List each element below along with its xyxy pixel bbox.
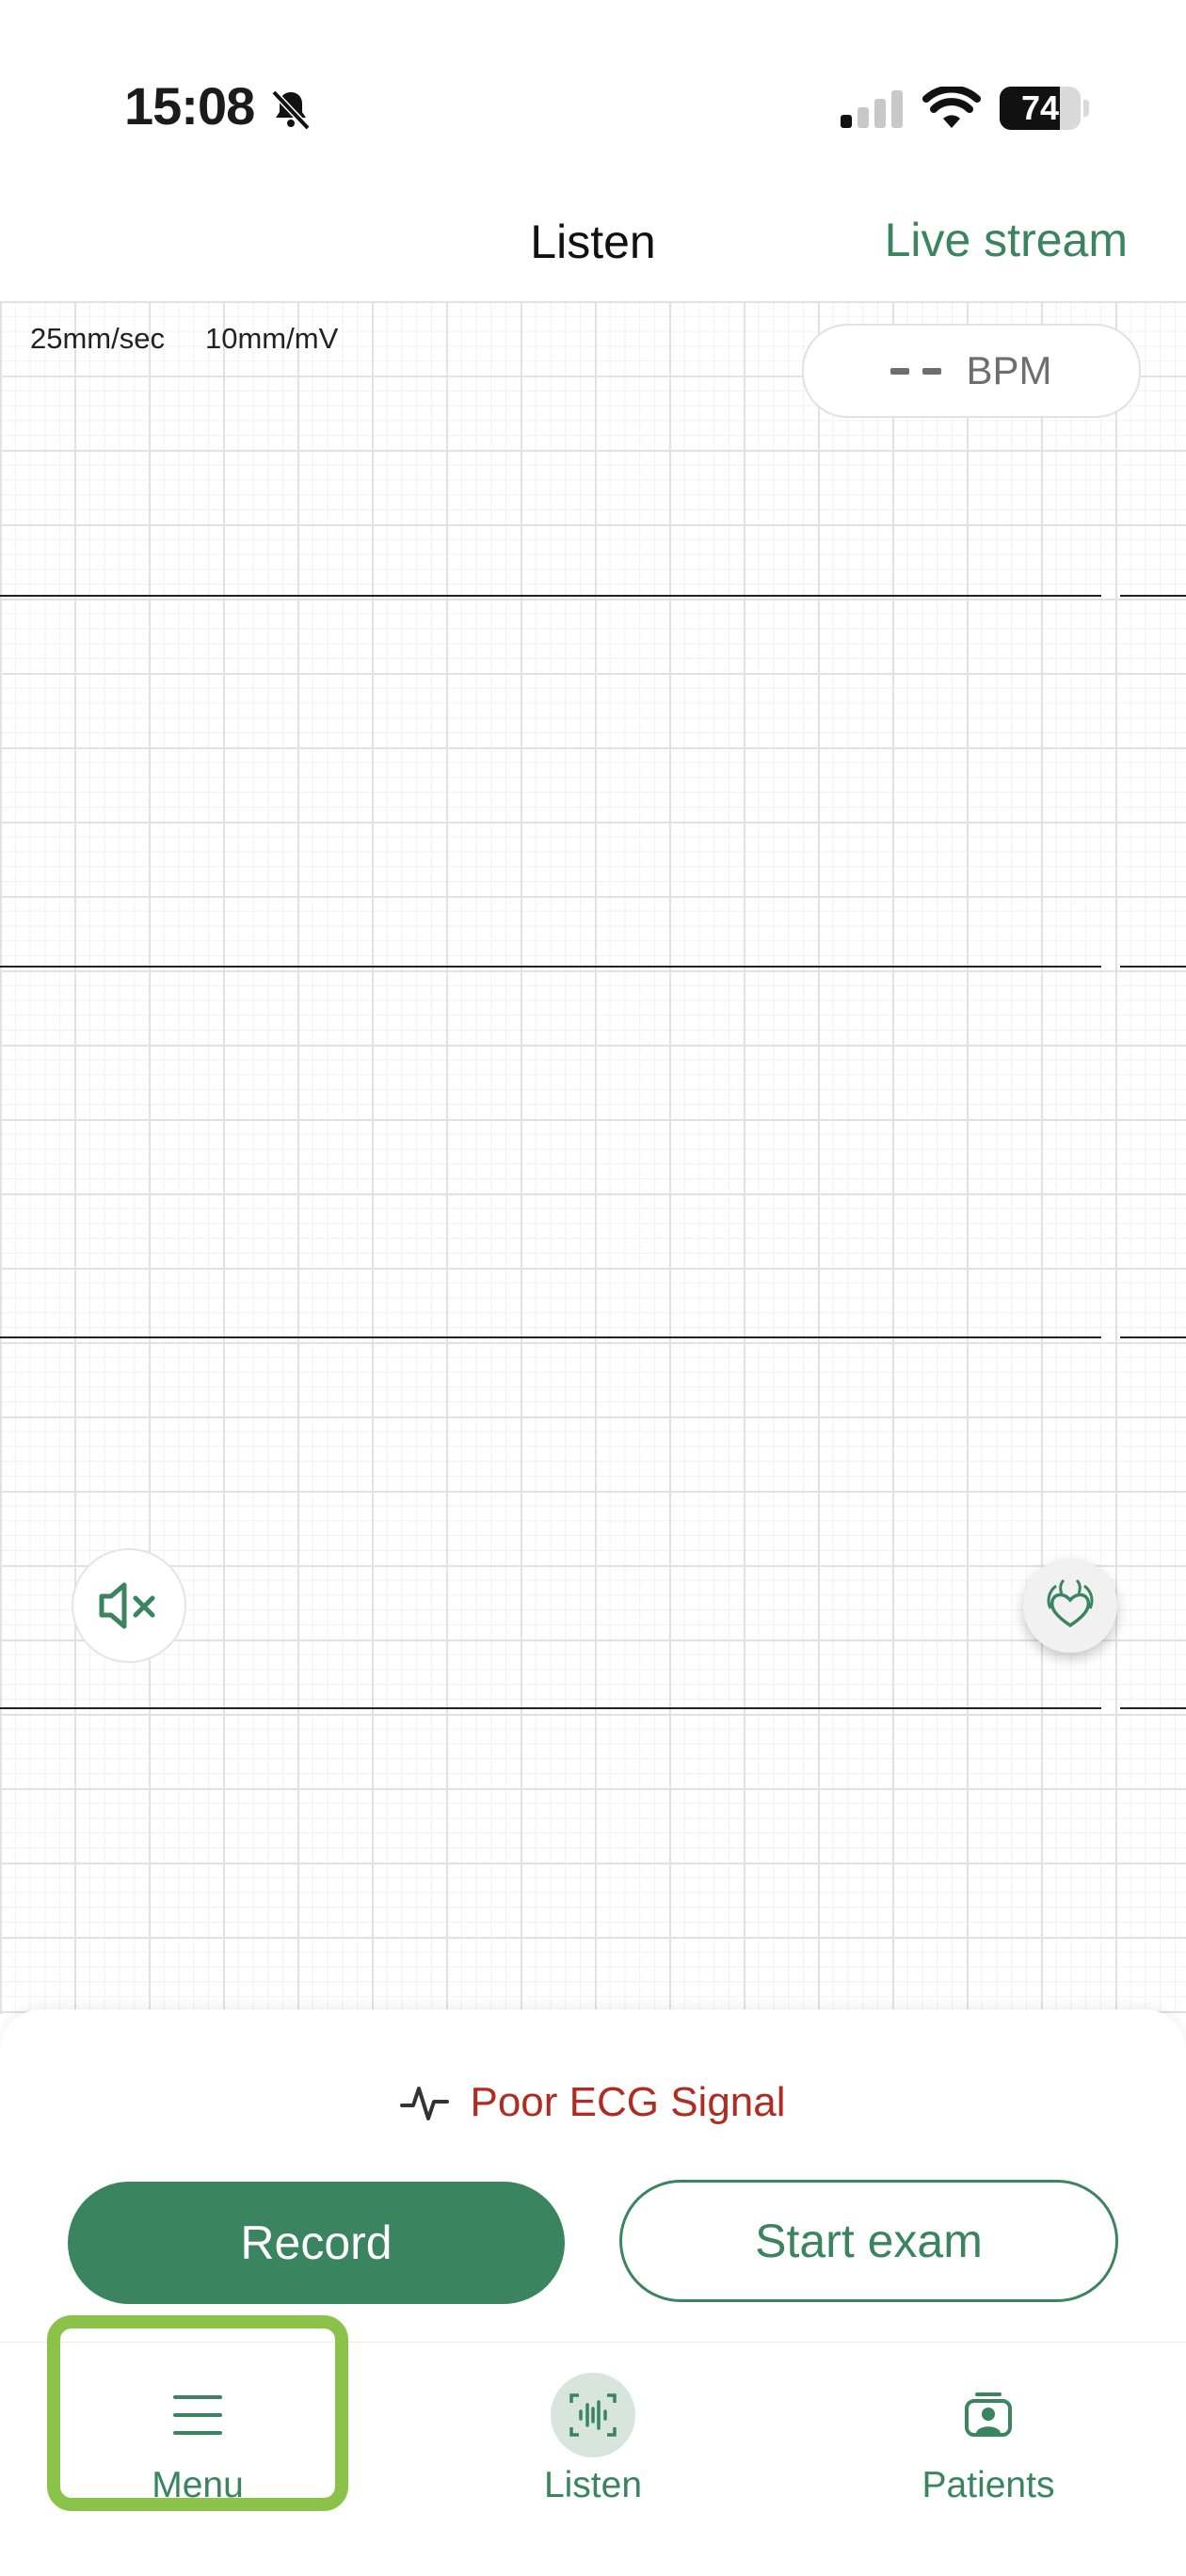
exam-panel: Poor ECG Signal Record Start exam	[0, 2009, 1186, 2344]
ecg-trace-2-tail	[1120, 966, 1186, 968]
battery-percent: 74	[1020, 88, 1060, 127]
ecg-grid: 25mm/sec 10mm/mV BPM	[0, 301, 1186, 2014]
status-bar: 15:08 74	[0, 0, 1186, 179]
tab-bar: Menu Listen Patients	[0, 2342, 1186, 2576]
paper-speed-label: 25mm/sec	[30, 322, 165, 355]
ecg-trace-1-tail	[1120, 595, 1186, 597]
tab-listen[interactable]: Listen	[395, 2343, 791, 2576]
cellular-signal-icon	[841, 90, 903, 128]
ecg-trace-1	[0, 595, 1101, 597]
bpm-unit: BPM	[966, 348, 1052, 392]
record-button[interactable]: Record	[68, 2182, 565, 2304]
tab-patients[interactable]: Patients	[791, 2343, 1186, 2576]
wifi-icon	[922, 87, 981, 128]
tab-menu[interactable]: Menu	[0, 2343, 395, 2576]
signal-status: Poor ECG Signal	[0, 2079, 1186, 2126]
organ-mode-button[interactable]	[1023, 1559, 1117, 1653]
header: Listen Live stream	[0, 179, 1186, 302]
waveform-icon	[551, 2373, 635, 2457]
heart-lungs-icon	[1047, 1578, 1094, 1628]
bell-slash-icon	[271, 89, 311, 131]
ecg-trace-4	[0, 1707, 1101, 1709]
ecg-trace-3-tail	[1120, 1336, 1186, 1338]
menu-icon	[155, 2373, 240, 2457]
signal-status-text: Poor ECG Signal	[470, 2079, 786, 2125]
live-stream-link[interactable]: Live stream	[885, 213, 1128, 267]
bpm-indicator: BPM	[802, 324, 1141, 418]
speaker-mute-icon	[99, 1582, 155, 1629]
ecg-pulse-icon	[400, 2087, 450, 2120]
ecg-trace-3	[0, 1336, 1101, 1338]
mute-button[interactable]	[72, 1548, 186, 1663]
gain-label: 10mm/mV	[205, 322, 339, 355]
tab-menu-label: Menu	[152, 2465, 244, 2505]
battery-icon: 74	[1000, 87, 1090, 130]
ecg-trace-4-tail	[1120, 1707, 1186, 1709]
bpm-value	[890, 367, 942, 375]
tab-listen-label: Listen	[543, 2465, 643, 2505]
tab-patients-label: Patients	[922, 2465, 1055, 2505]
ecg-trace-2	[0, 966, 1101, 968]
patient-badge-icon	[946, 2373, 1031, 2457]
start-exam-button[interactable]: Start exam	[619, 2180, 1118, 2302]
status-time: 15:08	[124, 76, 255, 136]
